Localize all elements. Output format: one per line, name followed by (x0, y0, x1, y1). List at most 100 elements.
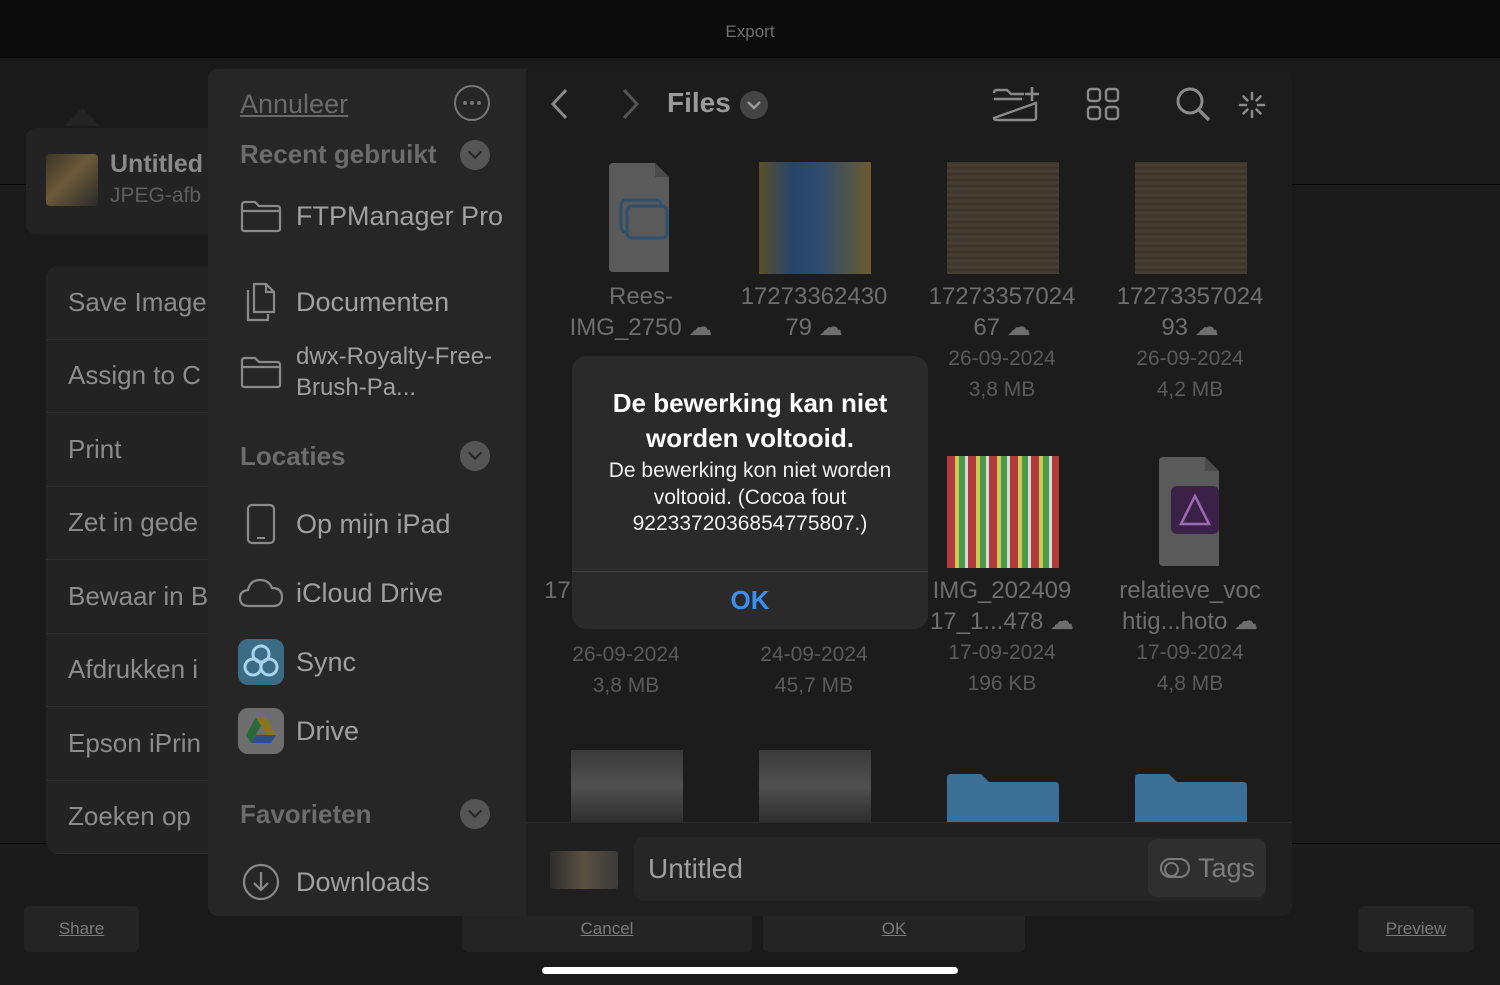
sidebar-item-dwx[interactable]: dwx-Royalty-Free-Brush-Pa... (236, 341, 516, 403)
sidebar-item-drive[interactable]: Drive (236, 706, 516, 756)
sidebar-item-label: Drive (296, 716, 360, 746)
sidebar-item-icloud[interactable]: iCloud Drive (236, 568, 516, 618)
location-title[interactable]: Files (667, 87, 731, 119)
share-actions-list: Save Image Assign to C Print Zet in gede… (46, 266, 226, 854)
sidebar: Annuleer Recent gebruikt FTPManager Pro … (208, 69, 526, 916)
file-size: 3,8 MB (592, 674, 660, 697)
cloud-download-icon: ☁ (818, 314, 843, 341)
ipad-icon (236, 499, 286, 549)
chevron-down-icon[interactable] (460, 441, 490, 471)
locations-header: Locaties (240, 441, 346, 471)
share-action[interactable]: Save Image (46, 266, 226, 340)
document-thumbnail[interactable] (585, 162, 697, 274)
sidebar-item-label: dwx-Royalty-Free-Brush-Pa... (296, 343, 493, 401)
image-thumbnail[interactable] (571, 750, 683, 822)
sidebar-item-label: Sync (296, 647, 357, 677)
error-alert: De bewerking kan niet worden voltooid. D… (572, 356, 928, 629)
tags-button[interactable]: Tags (1148, 839, 1266, 897)
sidebar-item-ipad[interactable]: Op mijn iPad (236, 499, 516, 549)
download-icon (236, 857, 286, 907)
image-thumbnail[interactable] (759, 750, 871, 822)
cancel-link[interactable]: Annuleer (240, 89, 348, 120)
sidebar-item-sync[interactable]: Sync (236, 637, 516, 687)
sidebar-item-downloads[interactable]: Downloads (236, 857, 516, 907)
file-tile[interactable]: 17273357024 93 ☁ 26-09-2024 4,2 MB (1100, 281, 1280, 405)
chevron-down-icon[interactable] (460, 799, 490, 829)
file-size: 3,8 MB (968, 378, 1036, 401)
share-action[interactable]: Zoeken op (46, 781, 226, 854)
file-name: 17273357024 (928, 283, 1076, 310)
share-item-name: Untitled (110, 150, 204, 178)
alert-title: De bewerking kan niet worden voltooid. (612, 388, 888, 453)
grid-view-icon[interactable] (1086, 87, 1120, 126)
cloud-icon (236, 568, 286, 618)
preview-button[interactable]: Preview (1358, 906, 1474, 952)
share-item-header: Untitled JPEG-afb (26, 128, 226, 234)
cloud-download-icon: ☁ (1006, 314, 1031, 341)
folder-icon (236, 347, 286, 397)
document-thumbnail[interactable] (1135, 456, 1247, 568)
file-name: IMG_2750 ☁ (569, 314, 713, 341)
share-button[interactable]: Share (24, 906, 139, 952)
image-thumbnail[interactable] (947, 162, 1059, 274)
share-action[interactable]: Epson iPrin (46, 707, 226, 781)
share-action[interactable]: Zet in gede (46, 487, 226, 560)
file-size: 45,7 MB (774, 674, 854, 697)
file-tile[interactable]: relatieve_voc htig...hoto ☁ 17-09-2024 4… (1100, 575, 1280, 699)
share-action[interactable]: Afdrukken i (46, 634, 226, 707)
file-name: Rees- (608, 283, 674, 310)
share-action[interactable]: Assign to C (46, 340, 226, 413)
sidebar-item-documenten[interactable]: Documenten (236, 277, 516, 327)
file-name: relatieve_voc (1119, 577, 1261, 604)
alert-ok-button[interactable]: OK (572, 572, 928, 629)
filename-value[interactable]: Untitled (648, 853, 743, 885)
file-tile[interactable]: 17273362430 79 ☁ (724, 281, 904, 343)
file-tile[interactable]: 17273357024 67 ☁ 26-09-2024 3,8 MB (912, 281, 1092, 405)
folder-icon[interactable] (1135, 772, 1247, 822)
file-size: 4,8 MB (1156, 672, 1224, 695)
tag-icon (1160, 858, 1190, 878)
sidebar-item-label: Documenten (296, 287, 450, 317)
file-name: 79 ☁ (785, 314, 843, 341)
cloud-download-icon: ☁ (1050, 608, 1075, 635)
home-indicator[interactable] (542, 967, 958, 974)
new-folder-icon[interactable] (992, 85, 1042, 128)
sidebar-item-label: iCloud Drive (296, 578, 444, 608)
file-tile[interactable]: IMG_202409 17_1...478 ☁ 17-09-2024 196 K… (912, 575, 1092, 699)
image-thumbnail[interactable] (947, 456, 1059, 568)
tags-label: Tags (1198, 852, 1256, 883)
file-date: 26-09-2024 (572, 643, 680, 666)
file-tile-meta: 24-09-2024 45,7 MB (724, 639, 904, 701)
image-thumbnail[interactable] (759, 162, 871, 274)
sync-app-icon (236, 637, 286, 687)
forward-icon[interactable] (618, 87, 642, 126)
sidebar-item-ftpmanager[interactable]: FTPManager Pro (236, 191, 516, 241)
image-thumbnail[interactable] (1135, 162, 1247, 274)
file-tile[interactable]: Rees- IMG_2750 ☁ (551, 281, 731, 343)
share-action[interactable]: Bewaar in B (46, 560, 226, 634)
sidebar-item-label: Downloads (296, 867, 430, 897)
alert-message: De bewerking kon niet worden voltooid. (… (608, 459, 892, 535)
file-name: IMG_202409 (932, 577, 1072, 604)
loading-spinner-icon (1238, 91, 1266, 124)
search-icon[interactable] (1174, 85, 1212, 128)
google-drive-icon (236, 706, 286, 756)
image-thumbnail (46, 154, 98, 206)
window-title: Export (725, 22, 775, 41)
file-size: 196 KB (967, 672, 1037, 695)
filename-field[interactable]: Untitled Tags (634, 837, 1266, 901)
back-icon[interactable] (548, 87, 572, 126)
file-name: 17273357024 (1116, 283, 1264, 310)
save-bar: Untitled Tags (526, 822, 1292, 916)
folder-icon[interactable] (947, 772, 1059, 822)
file-name: 67 ☁ (973, 314, 1031, 341)
share-action[interactable]: Print (46, 413, 226, 487)
popover-arrow (64, 108, 100, 126)
more-icon[interactable] (454, 85, 490, 121)
file-date: 26-09-2024 (948, 347, 1056, 370)
chevron-down-icon[interactable] (740, 91, 768, 124)
sidebar-item-label: Op mijn iPad (296, 509, 451, 539)
chevron-down-icon[interactable] (460, 140, 490, 170)
cloud-download-icon: ☁ (1234, 608, 1259, 635)
cloud-download-icon: ☁ (688, 314, 713, 341)
